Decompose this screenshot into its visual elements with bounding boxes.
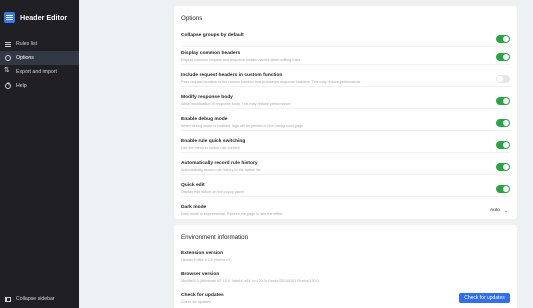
option-desc: Dark mode is experimental. Refresh the p…: [181, 212, 283, 216]
option-label: Collapse groups by default: [181, 33, 244, 38]
option-desc: Automatically record rule history to the…: [181, 168, 261, 172]
chevron-down-icon: ⌄: [503, 207, 509, 214]
option-label: Enable debug mode: [181, 117, 228, 122]
option-label: Dark mode: [181, 205, 207, 210]
modify-response-body-toggle[interactable]: [496, 97, 510, 105]
sidebar-item-export-import[interactable]: Export and import: [0, 65, 79, 79]
list-icon: [5, 41, 11, 47]
sidebar-item-label: Options: [16, 55, 34, 61]
browser-version-value: Mozilla/5.0 (Windows NT 10.0; Win64; x64…: [181, 279, 319, 283]
option-desc: When debug mode is enabled, logs will be…: [181, 124, 304, 128]
option-row: Modify response body Allow modification …: [181, 93, 510, 109]
brand: Header Editor: [0, 0, 79, 34]
environment-title: Environment information: [181, 234, 249, 241]
options-title: Options: [181, 15, 203, 22]
extension-version-value: Header Editor 5.1.0 (firefox v3): [181, 258, 232, 262]
gear-icon: [5, 55, 11, 61]
option-label: Enable rule quick switching: [181, 139, 246, 144]
main-content: Options Collapse groups by default Displ…: [79, 0, 533, 308]
browser-version-label: Browser version: [181, 272, 220, 277]
debug-mode-toggle[interactable]: [496, 119, 510, 127]
updates-label: Check for updates: [181, 293, 224, 298]
browser-version-row: Browser version Mozilla/5.0 (Windows NT …: [181, 270, 510, 290]
updates-row: Check for updates Check for updates Chec…: [181, 291, 510, 308]
option-label: Display common headers: [181, 51, 241, 56]
dark-mode-value: Auto: [490, 208, 500, 213]
sidebar-item-help[interactable]: Help: [0, 79, 79, 93]
options-card: Options Collapse groups by default Displ…: [174, 6, 517, 219]
option-label: Modify response body: [181, 95, 233, 100]
quick-edit-toggle[interactable]: [496, 185, 510, 193]
sidebar-item-label: Rules list: [16, 41, 38, 47]
help-icon: [5, 82, 11, 89]
option-row: Enable rule quick switching Use the menu…: [181, 137, 510, 153]
dark-mode-select[interactable]: Auto ⌄: [486, 205, 510, 216]
sidebar-item-label: Help: [16, 83, 27, 89]
include-request-headers-toggle[interactable]: [496, 75, 510, 83]
option-row: Automatically record rule history Automa…: [181, 159, 510, 175]
collapse-sidebar-icon: [5, 296, 11, 302]
collapse-sidebar-button[interactable]: Collapse sidebar: [5, 296, 55, 302]
swap-icon: [4, 66, 11, 75]
environment-card: Environment information Extension versio…: [174, 225, 517, 308]
option-label: Include request headers in custom functi…: [181, 73, 283, 78]
option-label: Quick edit: [181, 183, 205, 188]
sidebar-item-rules-list[interactable]: Rules list: [0, 37, 79, 51]
option-desc: Display common request and response head…: [181, 58, 301, 62]
extension-version-label: Extension version: [181, 251, 224, 256]
updates-desc: Check for updates: [181, 300, 211, 304]
app-title: Header Editor: [20, 12, 68, 22]
sidebar-item-label: Export and import: [16, 69, 57, 75]
rule-quick-switching-toggle[interactable]: [496, 141, 510, 149]
option-desc: Display edit button on the popup panel: [181, 190, 244, 194]
header-editor-logo-icon: [4, 11, 15, 23]
option-label: Automatically record rule history: [181, 161, 258, 166]
option-row: Quick edit Display edit button on the po…: [181, 181, 510, 197]
collapse-groups-toggle[interactable]: [496, 35, 510, 43]
check-for-updates-button[interactable]: Check for updates: [459, 293, 510, 303]
option-desc: Allow modification of response body. Thi…: [181, 102, 291, 106]
extension-version-row: Extension version Header Editor 5.1.0 (f…: [181, 249, 510, 269]
option-row: Display common headers Display common re…: [181, 49, 510, 65]
sidebar-item-options[interactable]: Options: [0, 51, 79, 65]
sidebar: Header Editor Rules list Options Export …: [0, 0, 79, 308]
option-row: Enable debug mode When debug mode is ena…: [181, 115, 510, 131]
option-row: Collapse groups by default: [181, 31, 510, 47]
option-row: Include request headers in custom functi…: [181, 71, 510, 87]
collapse-sidebar-label: Collapse sidebar: [16, 296, 55, 302]
option-desc: Pass request headers to the custom funct…: [181, 80, 361, 84]
display-common-headers-toggle[interactable]: [496, 53, 510, 61]
option-desc: Use the menu to switch rule content: [181, 146, 240, 150]
option-row: Dark mode Dark mode is experimental. Ref…: [181, 203, 510, 219]
record-rule-history-toggle[interactable]: [496, 163, 510, 171]
sidebar-nav: Rules list Options Export and import Hel…: [0, 37, 79, 93]
